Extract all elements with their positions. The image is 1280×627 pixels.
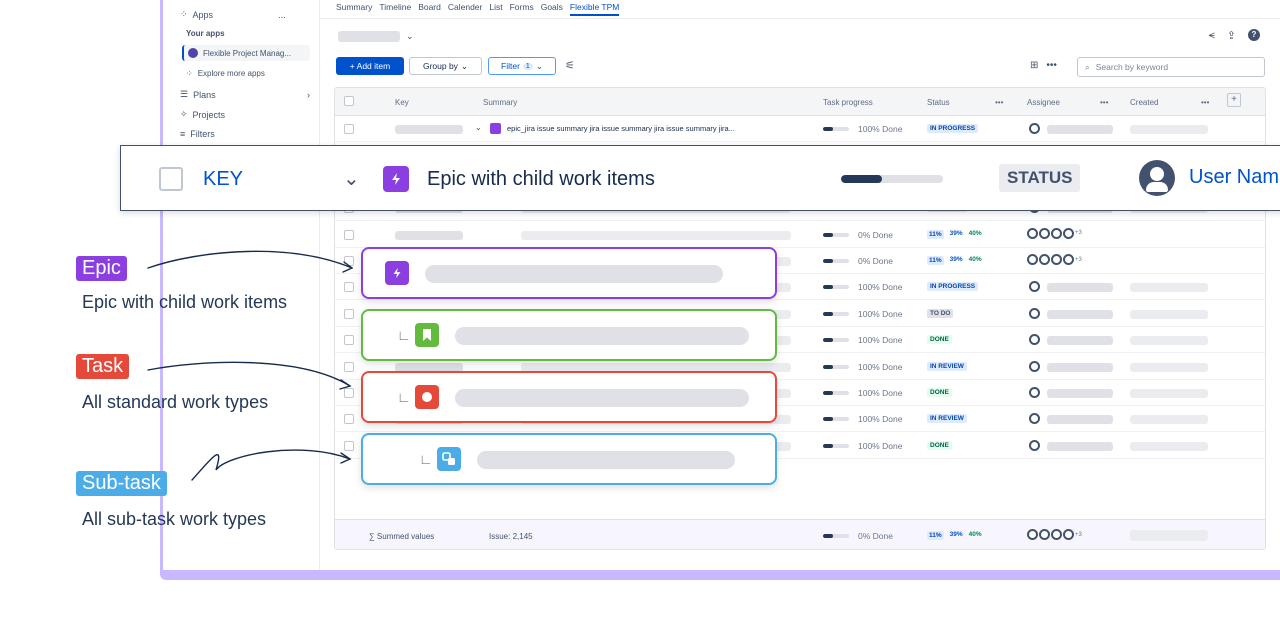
task-arrow: [147, 361, 351, 387]
promo-stage: ⁘ Apps ... Your apps Flexible Project Ma…: [0, 0, 1280, 627]
annotation-arrows: [147, 250, 354, 481]
epic-arrow: [147, 250, 353, 269]
subtask-arrow: [191, 449, 351, 481]
